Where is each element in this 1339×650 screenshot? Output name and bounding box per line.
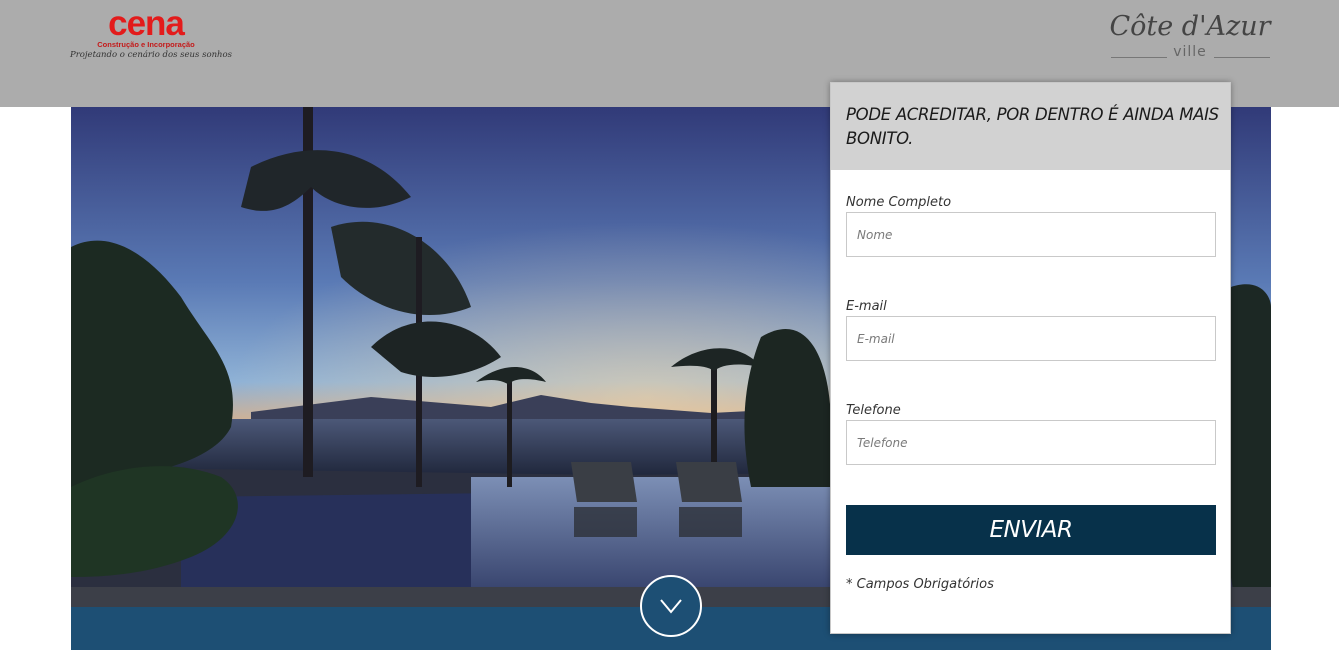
phone-label: Telefone bbox=[846, 403, 901, 418]
cena-logo-subtitle: Construção e Incorporação bbox=[97, 40, 195, 49]
cena-logo-wordmark: cena bbox=[108, 4, 185, 43]
submit-button[interactable]: ENVIAR bbox=[846, 505, 1216, 555]
cena-logo[interactable]: cena Construção e Incorporação Projetand… bbox=[70, 6, 232, 66]
form-title: PODE ACREDITAR, POR DENTRO É AINDA MAIS … bbox=[846, 105, 1219, 148]
phone-input[interactable] bbox=[846, 420, 1216, 465]
name-input[interactable] bbox=[846, 212, 1216, 257]
cote-dazur-logo[interactable]: Côte d'Azur ville bbox=[1108, 10, 1272, 66]
cena-logo-tagline: Projetando o cenário dos seus sonhos bbox=[70, 50, 232, 60]
scroll-down-button[interactable] bbox=[640, 575, 702, 637]
logo-divider-right bbox=[1214, 57, 1270, 58]
form-header: PODE ACREDITAR, POR DENTRO É AINDA MAIS … bbox=[831, 83, 1230, 170]
name-label: Nome Completo bbox=[846, 195, 952, 210]
contact-form: PODE ACREDITAR, POR DENTRO É AINDA MAIS … bbox=[830, 82, 1231, 634]
required-fields-note: * Campos Obrigatórios bbox=[846, 577, 994, 592]
chevron-down-icon bbox=[660, 599, 682, 614]
cote-dazur-logo-wordmark: Côte d'Azur bbox=[1109, 11, 1271, 42]
email-label: E-mail bbox=[846, 299, 887, 314]
email-input[interactable] bbox=[846, 316, 1216, 361]
